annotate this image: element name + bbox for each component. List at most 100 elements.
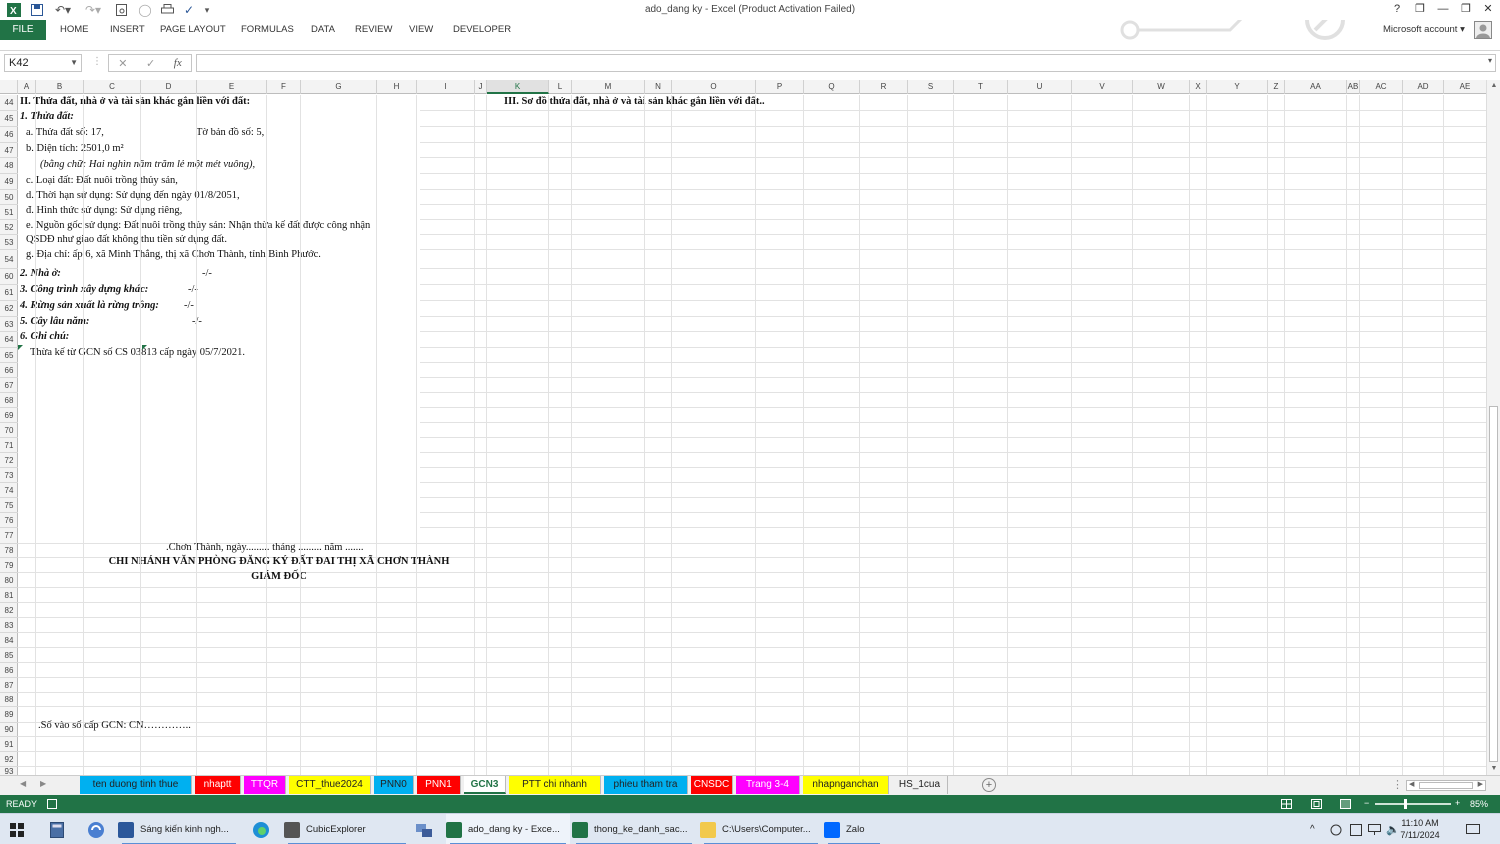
row-header-61[interactable]: 61 [0,285,18,301]
sheet-tab-ttqr[interactable]: TTQR [244,776,286,794]
taskbar-app-6[interactable]: Zalo [824,814,884,844]
column-header-ab[interactable]: AB [1347,80,1360,94]
cell-giam-doc[interactable]: GIÁM ĐỐC [78,571,480,582]
row-header-87[interactable]: 87 [0,678,18,693]
row-header-69[interactable]: 69 [0,408,18,423]
row-header-66[interactable]: 66 [0,363,18,378]
sheet-tab-ptt-chi-nhanh[interactable]: PTT chi nhanh [509,776,601,794]
row-header-68[interactable]: 68 [0,393,18,408]
file-tab[interactable]: FILE [0,20,46,40]
formula-input[interactable]: ▾ [196,54,1496,72]
cell-nha-o-value[interactable]: -/- [202,268,212,279]
cell-dien-tich[interactable]: b. Diện tích: 2501,0 m² [26,143,124,154]
network-icon[interactable] [1368,814,1382,844]
row-header-90[interactable]: 90 [0,723,18,737]
page-break-view-icon[interactable] [1340,799,1351,809]
column-header-u[interactable]: U [1008,80,1072,94]
column-header-e[interactable]: E [197,80,267,94]
row-header-79[interactable]: 79 [0,558,18,573]
scroll-left-icon[interactable]: ◀ [1409,780,1414,788]
cancel-icon[interactable]: ✕ [118,57,127,70]
windows-start-icon[interactable] [10,814,30,844]
row-header-47[interactable]: 47 [0,143,18,158]
input-method-icon[interactable] [1350,814,1364,844]
ribbon-display-button[interactable]: ❐ [1413,2,1427,16]
chevron-up-icon[interactable]: ^ [1310,814,1324,844]
tab-home[interactable]: HOME [60,20,89,40]
taskbar-app-5[interactable]: C:\Users\Computer... [700,814,822,844]
worksheet-grid[interactable]: A B C D E F G H I J K L M N O P Q R S T U V W X Y Z AA AB AC AD AE 44 4… [0,80,1486,775]
column-header-z[interactable]: Z [1268,80,1285,94]
row-header-89[interactable]: 89 [0,707,18,723]
row-header-46[interactable]: 46 [0,127,18,143]
next-sheet-icon[interactable]: ▶ [40,779,46,788]
macro-record-icon[interactable] [47,799,57,809]
row-header-71[interactable]: 71 [0,438,18,453]
zoom-in-button[interactable]: + [1455,798,1460,808]
tab-insert[interactable]: INSERT [110,20,145,40]
row-header-92[interactable]: 92 [0,752,18,767]
scroll-down-icon[interactable]: ▼ [1487,763,1500,775]
zoom-level[interactable]: 85% [1470,799,1488,809]
cell-rung-value[interactable]: -/- [184,300,194,311]
row-header-93[interactable]: 93 [0,767,18,775]
row-header-86[interactable]: 86 [0,663,18,678]
avatar[interactable] [1474,21,1492,39]
row-header-64[interactable]: 64 [0,332,18,348]
prev-sheet-icon[interactable]: ◀ [20,779,26,788]
cell-ghi-chu-content[interactable]: Thừa kế từ GCN số CS 03813 cấp ngày 05/7… [30,347,245,358]
row-header-77[interactable]: 77 [0,528,18,544]
tab-page-layout[interactable]: PAGE LAYOUT [160,20,226,40]
column-header-m[interactable]: M [572,80,645,94]
tab-developer[interactable]: DEVELOPER [453,20,511,40]
column-header-k[interactable]: K [487,80,549,94]
row-header-82[interactable]: 82 [0,603,18,618]
tab-view[interactable]: VIEW [409,20,433,40]
name-box[interactable]: K42 ▼ [4,54,82,72]
network-tool-icon[interactable] [415,814,435,844]
cell-to-ban-do[interactable]: Tờ bản đồ số: 5, [196,127,264,138]
row-header-73[interactable]: 73 [0,468,18,483]
vertical-scrollbar[interactable]: ▲ ▼ [1486,80,1500,775]
sheet-tab-nhapnganchan[interactable]: nhapnganchan [803,776,889,794]
cell-bang-chu[interactable]: (bằng chữ: Hai nghìn năm trăm lẻ một mét… [40,159,255,170]
column-header-y[interactable]: Y [1207,80,1268,94]
cell-section-2-heading[interactable]: II. Thửa đất, nhà ở và tài sản khác gắn … [20,96,250,107]
column-header-ae[interactable]: AE [1444,80,1486,94]
sheet-tab-pnn1[interactable]: PNN1 [417,776,461,794]
expand-formula-icon[interactable]: ▾ [1488,56,1492,65]
scroll-right-icon[interactable]: ▶ [1478,780,1483,788]
column-header-w[interactable]: W [1133,80,1190,94]
taskbar-app-2[interactable]: CubicExplorer [284,814,410,844]
cell-so-vao-so[interactable]: .Số vào số cấp GCN: CN………….. [38,720,191,731]
column-header-r[interactable]: R [860,80,908,94]
enter-icon[interactable]: ✓ [146,57,155,70]
sync-app-icon[interactable] [87,814,107,844]
column-header-ac[interactable]: AC [1360,80,1403,94]
cell-thoi-han[interactable]: d. Thời hạn sử dụng: Sử dụng đến ngày 01… [26,190,240,201]
cell-hinh-thuc[interactable]: đ. Hình thức sử dụng: Sử dụng riêng, [26,205,182,216]
cell-ghi-chu[interactable]: 6. Ghi chú: [20,331,69,342]
row-header-91[interactable]: 91 [0,737,18,752]
normal-view-icon[interactable] [1281,799,1292,809]
cell-loai-dat[interactable]: c. Loại đất: Đất nuôi trồng thủy sản, [26,175,178,186]
security-icon[interactable] [1330,814,1344,844]
taskbar-app-1[interactable]: Sáng kiến kinh ngh... [118,814,240,844]
row-header-44[interactable]: 44 [0,95,18,111]
scroll-thumb[interactable] [1489,406,1498,762]
account-menu[interactable]: Microsoft account ▾ [1383,20,1465,40]
restore-button[interactable]: ❐ [1459,2,1473,16]
row-header-70[interactable]: 70 [0,423,18,438]
column-header-c[interactable]: C [84,80,141,94]
column-header-d[interactable]: D [141,80,197,94]
row-header-83[interactable]: 83 [0,618,18,633]
cell-cong-trinh[interactable]: 3. Công trình xây dựng khác: [20,284,148,295]
chevron-down-icon[interactable]: ▼ [70,55,78,71]
tab-formulas[interactable]: FORMULAS [241,20,294,40]
scroll-up-icon[interactable]: ▲ [1487,80,1500,92]
cell-thua-dat-heading[interactable]: 1. Thửa đất: [20,111,74,122]
column-header-g[interactable]: G [301,80,377,94]
cell-chi-nhanh[interactable]: CHI NHÁNH VĂN PHÒNG ĐĂNG KÝ ĐẤT ĐAI THỊ … [78,556,480,567]
sheet-tab-gcn3[interactable]: GCN3 [464,776,506,794]
column-header-x[interactable]: X [1190,80,1207,94]
